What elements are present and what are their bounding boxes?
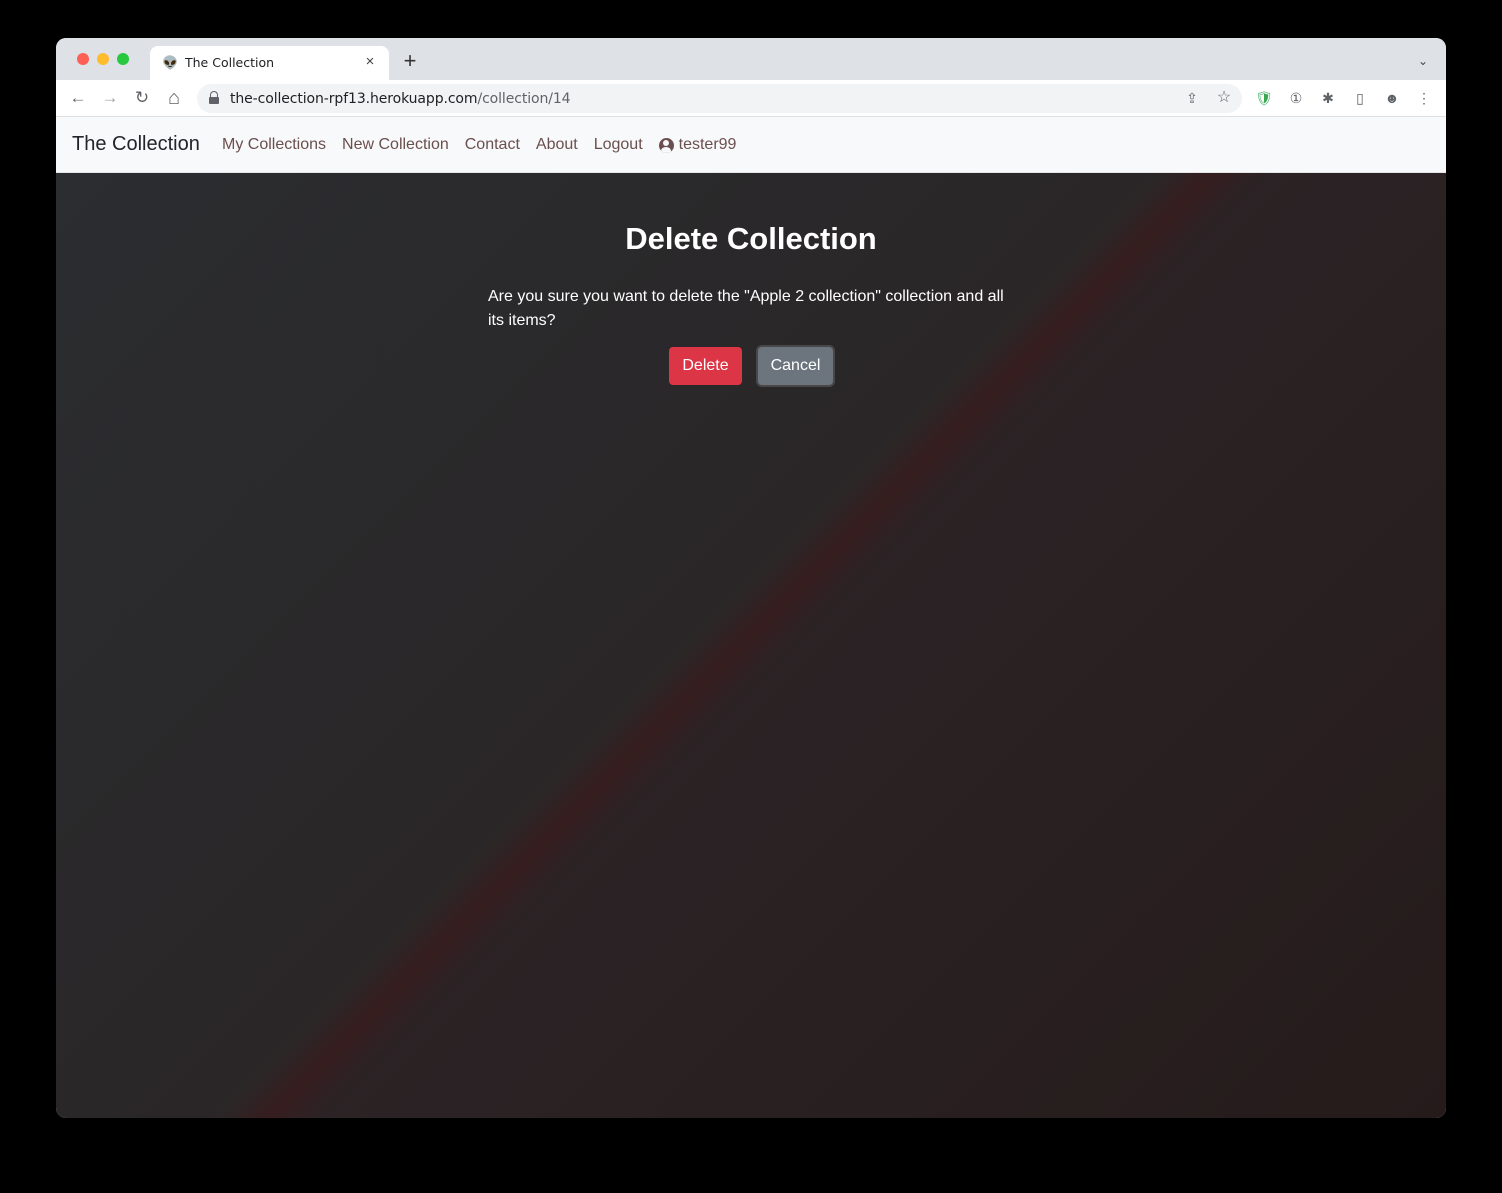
site-brand[interactable]: The Collection — [72, 133, 200, 156]
forward-icon[interactable]: → — [99, 87, 121, 109]
browser-tab[interactable]: 👽 The Collection × — [150, 46, 389, 80]
maximize-window-button[interactable] — [117, 53, 129, 65]
user-profile-link[interactable]: tester99 — [658, 136, 737, 154]
password-extension-icon[interactable]: ① — [1286, 88, 1306, 108]
lock-icon[interactable] — [209, 91, 219, 105]
home-icon[interactable]: ⌂ — [163, 87, 185, 109]
browser-window: 👽 The Collection × + ⌄ ← → ↻ ⌂ the-colle… — [56, 38, 1446, 1118]
confirm-message: Are you sure you want to delete the "App… — [488, 288, 1004, 329]
web-page: The Collection My Collections New Collec… — [56, 117, 1446, 1118]
address-bar[interactable]: the-collection-rpf13.herokuapp.com/colle… — [197, 84, 1242, 113]
tab-search-icon[interactable]: ⌄ — [1414, 52, 1432, 70]
page-title: Delete Collection — [625, 221, 877, 256]
nav-link-about[interactable]: About — [536, 136, 578, 154]
share-icon[interactable]: ⇪ — [1182, 88, 1202, 108]
puzzle-extensions-icon[interactable]: ✱ — [1318, 88, 1338, 108]
alien-favicon-icon: 👽 — [162, 55, 179, 70]
close-window-button[interactable] — [77, 53, 89, 65]
profile-avatar-icon[interactable]: ☻ — [1382, 88, 1402, 108]
minimize-window-button[interactable] — [97, 53, 109, 65]
delete-button[interactable]: Delete — [669, 347, 742, 385]
url-host: the-collection-rpf13.herokuapp.com — [230, 91, 478, 107]
cancel-button[interactable]: Cancel — [758, 347, 833, 385]
new-tab-icon[interactable]: + — [400, 50, 420, 72]
url-text[interactable]: the-collection-rpf13.herokuapp.com/colle… — [230, 91, 571, 107]
main-content: Delete Collection Are you sure you want … — [56, 173, 1446, 1118]
nav-link-my-collections[interactable]: My Collections — [222, 136, 326, 154]
side-panel-icon[interactable]: ▯ — [1350, 88, 1370, 108]
back-icon[interactable]: ← — [67, 87, 89, 109]
tab-strip: 👽 The Collection × + ⌄ — [56, 38, 1446, 80]
bookmark-star-icon[interactable]: ☆ — [1214, 88, 1234, 108]
browser-toolbar: ← → ↻ ⌂ the-collection-rpf13.herokuapp.c… — [56, 80, 1446, 117]
url-path: /collection/14 — [477, 91, 571, 107]
shield-extension-icon[interactable]: 🛡 — [1254, 88, 1274, 108]
kebab-menu-icon[interactable]: ⋮ — [1414, 88, 1434, 108]
nav-link-logout[interactable]: Logout — [594, 136, 643, 154]
reload-icon[interactable]: ↻ — [131, 87, 153, 109]
nav-link-contact[interactable]: Contact — [465, 136, 520, 154]
nav-link-new-collection[interactable]: New Collection — [342, 136, 449, 154]
user-circle-icon — [658, 137, 674, 153]
site-navbar: The Collection My Collections New Collec… — [56, 117, 1446, 173]
close-tab-icon[interactable]: × — [361, 53, 379, 71]
tab-title: The Collection — [185, 55, 275, 70]
username: tester99 — [678, 136, 737, 153]
nav-links: My Collections New Collection Contact Ab… — [222, 136, 736, 154]
